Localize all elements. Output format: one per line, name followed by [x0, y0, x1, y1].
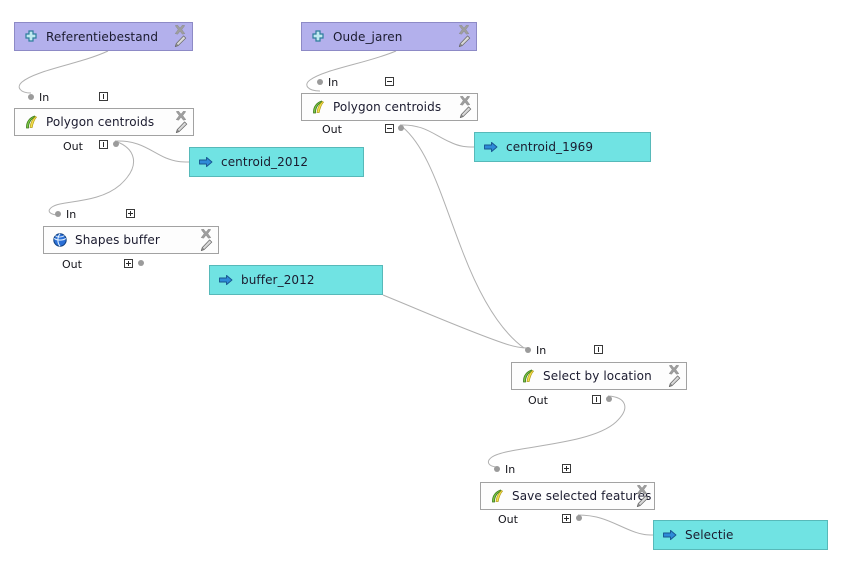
out-connector-dot-out_shapes_buffer[interactable]	[138, 260, 144, 266]
pencil-edit-icon[interactable]	[457, 35, 471, 48]
port-in_oude_jaren_centroids[interactable]: In	[317, 75, 338, 89]
port-connector-dot[interactable]	[317, 79, 323, 85]
node-label: Polygon centroids	[46, 115, 155, 129]
blue-cross-layer-icon	[310, 29, 326, 45]
port-in_select_by_location[interactable]: In	[525, 343, 546, 357]
edge-e-save-out-to-selectie	[577, 514, 654, 536]
edge-e-referentiebestand-to-in	[18, 50, 109, 94]
pencil-edit-icon[interactable]	[173, 35, 187, 48]
blue-arrow-output-icon	[662, 527, 678, 543]
blue-cross-layer-icon	[23, 29, 39, 45]
port-connector-dot[interactable]	[525, 347, 531, 353]
expand-toggle-out_oude_jaren_centroids[interactable]	[385, 124, 394, 133]
port-label: Out	[62, 257, 82, 271]
node-actions	[173, 24, 189, 50]
node-referentiebestand[interactable]: Referentiebestand	[14, 22, 193, 51]
expand-toggle-in_select_by_location[interactable]	[594, 345, 603, 354]
node-label: Select by location	[543, 369, 652, 383]
edge-e-centroids-out-to-centroid2012	[114, 140, 190, 163]
node-selectie[interactable]: Selectie	[653, 520, 828, 550]
out-connector-dot-out_select_by_location[interactable]	[606, 396, 612, 402]
port-label: In	[536, 343, 547, 357]
port-in_shapes_buffer[interactable]: In	[55, 207, 76, 221]
port-label: In	[328, 75, 339, 89]
node-actions	[457, 24, 473, 50]
expand-toggle-in_oude_jaren_centroids[interactable]	[385, 77, 394, 86]
green-leaf-module-icon	[23, 114, 39, 130]
port-label: Out	[63, 139, 83, 153]
node-select_by_location[interactable]: Select by location	[511, 362, 687, 390]
expand-toggle-out_select_by_location[interactable]	[592, 395, 601, 404]
port-label: Out	[528, 393, 548, 407]
out-connector-dot-out_save_selected_features[interactable]	[576, 515, 582, 521]
port-in_polygon_centroids_left[interactable]: In	[28, 90, 49, 104]
port-connector-dot[interactable]	[55, 211, 61, 217]
edge-e-select-out-to-savein	[487, 395, 626, 468]
node-label: Save selected features	[512, 489, 652, 503]
node-polygon_centroids_right[interactable]: Polygon centroids	[301, 93, 478, 121]
port-out_select_by_location[interactable]: Out	[528, 393, 548, 407]
node-label: buffer_2012	[241, 273, 315, 287]
pencil-edit-icon[interactable]	[458, 106, 472, 119]
pencil-edit-icon[interactable]	[667, 375, 681, 388]
node-label: Polygon centroids	[333, 100, 442, 114]
port-connector-dot[interactable]	[28, 94, 34, 100]
node-centroid_1969[interactable]: centroid_1969	[474, 132, 651, 162]
pencil-edit-icon[interactable]	[635, 495, 649, 508]
edge-e-oude-centroids-to-centroid1969	[399, 124, 475, 148]
node-actions	[199, 228, 215, 254]
blue-arrow-output-icon	[483, 139, 499, 155]
out-connector-dot-out_polygon_centroids_left[interactable]	[113, 141, 119, 147]
port-label: In	[66, 207, 77, 221]
port-out_oude_jaren_centroids[interactable]: Out	[322, 122, 342, 136]
port-label: Out	[498, 512, 518, 526]
node-label: centroid_1969	[506, 140, 594, 154]
green-leaf-module-icon	[310, 99, 326, 115]
port-out_save_selected_features[interactable]: Out	[498, 512, 518, 526]
blue-globe-module-icon	[52, 232, 68, 248]
node-label: Referentiebestand	[46, 29, 159, 44]
expand-toggle-out_shapes_buffer[interactable]	[124, 259, 133, 268]
edge-e-buffer2012-to-selectin	[382, 294, 528, 349]
green-leaf-module-icon	[489, 488, 505, 504]
port-label: Out	[322, 122, 342, 136]
node-shapes_buffer[interactable]: Shapes buffer	[43, 226, 219, 254]
node-actions	[174, 110, 190, 136]
port-out_shapes_buffer[interactable]: Out	[62, 257, 82, 271]
node-label: Oude_jaren	[333, 29, 403, 44]
node-centroid_2012[interactable]: centroid_2012	[189, 147, 364, 177]
port-label: In	[505, 462, 516, 476]
blue-arrow-output-icon	[198, 154, 214, 170]
node-label: Shapes buffer	[75, 233, 160, 247]
out-connector-dot-out_oude_jaren_centroids[interactable]	[398, 125, 404, 131]
node-polygon_centroids_left[interactable]: Polygon centroids	[14, 108, 194, 136]
node-actions	[458, 95, 474, 121]
pencil-edit-icon[interactable]	[174, 121, 188, 134]
expand-toggle-out_polygon_centroids_left[interactable]	[99, 140, 108, 149]
edge-e-centroids-out-to-bufferin	[48, 140, 135, 216]
port-connector-dot[interactable]	[494, 466, 500, 472]
pencil-edit-icon[interactable]	[199, 239, 213, 252]
node-actions	[667, 364, 683, 390]
model-canvas[interactable]: Referentiebestand Oude_jaren Polygon centr…	[0, 0, 863, 577]
port-in_save_selected_features[interactable]: In	[494, 462, 515, 476]
node-save_selected_features[interactable]: Save selected features	[480, 482, 655, 510]
green-leaf-module-icon	[520, 368, 536, 384]
port-out_polygon_centroids_left[interactable]: Out	[63, 139, 83, 153]
blue-arrow-output-icon	[218, 272, 234, 288]
node-buffer_2012[interactable]: buffer_2012	[209, 265, 383, 295]
node-oude_jaren[interactable]: Oude_jaren	[301, 22, 477, 51]
port-label: In	[39, 90, 50, 104]
node-label: centroid_2012	[221, 155, 309, 169]
node-actions	[635, 484, 651, 510]
node-label: Selectie	[685, 528, 734, 542]
expand-toggle-in_save_selected_features[interactable]	[562, 464, 571, 473]
expand-toggle-in_shapes_buffer[interactable]	[126, 209, 135, 218]
expand-toggle-in_polygon_centroids_left[interactable]	[99, 92, 108, 101]
connection-edges-layer	[18, 50, 654, 536]
expand-toggle-out_save_selected_features[interactable]	[562, 514, 571, 523]
